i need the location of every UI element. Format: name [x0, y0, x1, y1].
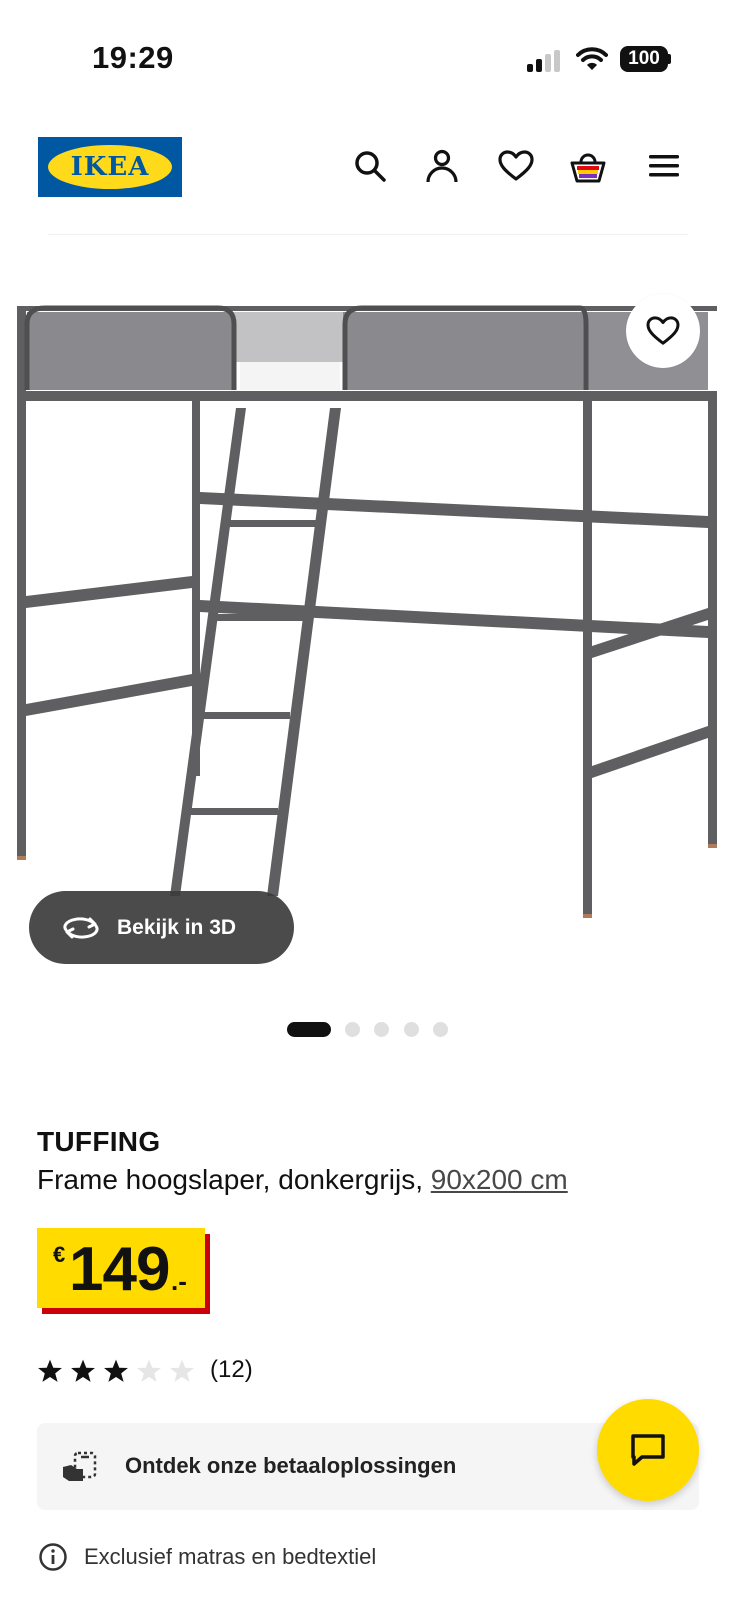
- heart-icon[interactable]: [496, 146, 536, 186]
- star-filled-icon: [104, 1359, 128, 1382]
- basket-icon[interactable]: [568, 146, 608, 186]
- rotate-3d-icon: [61, 915, 101, 941]
- star-filled-icon: [71, 1359, 95, 1382]
- logo-text: IKEA: [70, 152, 150, 182]
- gallery-dot-1[interactable]: [287, 1022, 331, 1037]
- gallery-dot-2[interactable]: [345, 1022, 360, 1037]
- favorite-button[interactable]: [626, 294, 700, 368]
- info-text: Exclusief matras en bedtextiel: [84, 1544, 377, 1569]
- gallery-dot-5[interactable]: [433, 1022, 448, 1037]
- gallery-dot-4[interactable]: [404, 1022, 419, 1037]
- price-currency: €: [53, 1242, 66, 1267]
- star-filled-icon: [38, 1359, 62, 1382]
- rating-stars[interactable]: [37, 1358, 195, 1384]
- ikea-logo[interactable]: IKEA: [38, 137, 182, 197]
- gallery-dot-3[interactable]: [374, 1022, 389, 1037]
- battery-indicator: 100: [620, 46, 668, 72]
- payment-options-label: Ontdek onze betaaloplossingen: [125, 1453, 457, 1478]
- status-time: 19:29: [92, 40, 174, 75]
- header-divider: [48, 234, 688, 235]
- chat-button[interactable]: [597, 1399, 699, 1501]
- product-size-link[interactable]: 90x200 cm: [431, 1164, 568, 1195]
- product-name: TUFFING: [37, 1126, 161, 1157]
- payment-icon: [61, 1447, 101, 1487]
- cellular-signal-icon: [527, 50, 563, 72]
- search-icon[interactable]: [350, 146, 390, 186]
- battery-tip: [668, 54, 671, 64]
- price-integer: 149: [69, 1235, 170, 1304]
- rating-count[interactable]: (12): [210, 1356, 253, 1384]
- star-empty-icon: [137, 1359, 161, 1382]
- view-3d-button[interactable]: Bekijk in 3D: [29, 891, 294, 964]
- view-3d-label: Bekijk in 3D: [117, 915, 237, 939]
- product-description-text: Frame hoogslaper, donkergrijs,: [37, 1164, 423, 1195]
- menu-icon[interactable]: [644, 146, 684, 186]
- product-description: Frame hoogslaper, donkergrijs, 90x200 cm: [37, 1164, 568, 1196]
- price-tag: € 149 .-: [37, 1228, 205, 1308]
- chat-icon: [631, 1434, 665, 1466]
- price-decimal: .-: [171, 1266, 187, 1296]
- star-empty-icon: [170, 1359, 194, 1382]
- heart-outline-icon: [646, 316, 680, 345]
- info-icon: [38, 1542, 68, 1572]
- account-icon[interactable]: [422, 146, 462, 186]
- wifi-icon: [576, 46, 608, 72]
